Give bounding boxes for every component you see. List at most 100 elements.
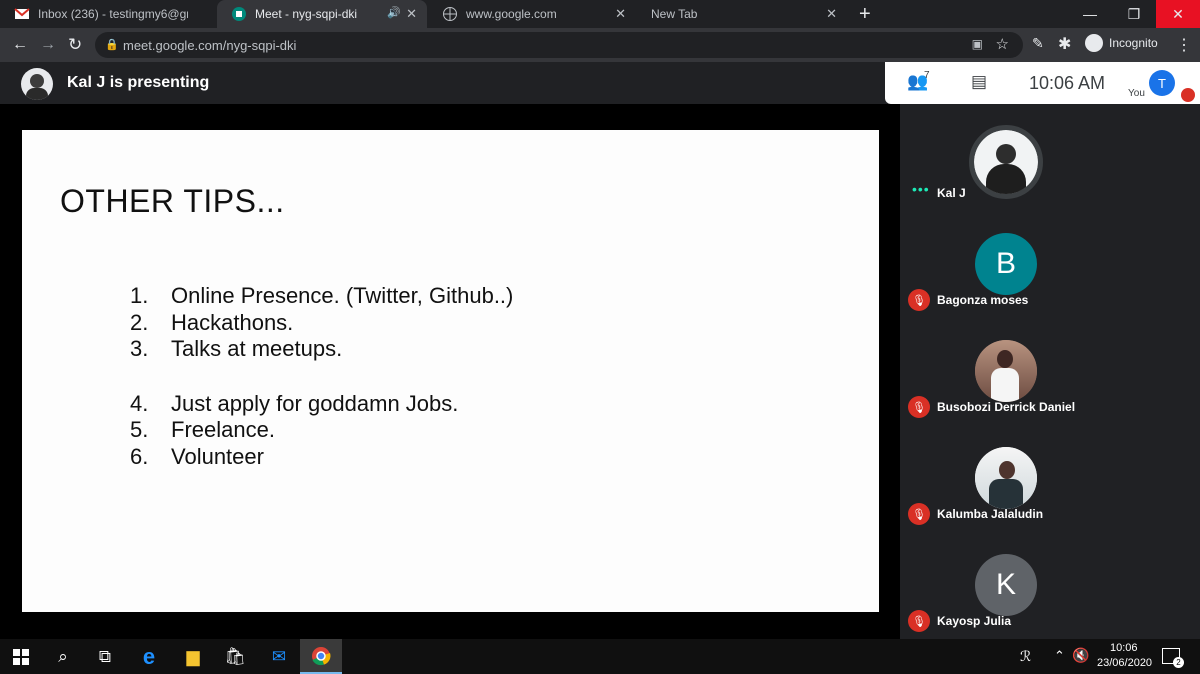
new-tab-button[interactable]: + bbox=[851, 0, 881, 28]
browser-tab-strip: Inbox (236) - testingmy6@gmail Meet - ny… bbox=[0, 0, 1200, 28]
list-number: 1. bbox=[130, 283, 149, 308]
participant-name: Busobozi Derrick Daniel bbox=[937, 400, 1076, 414]
list-number: 3. bbox=[130, 336, 149, 361]
volume-muted-icon[interactable]: 🔇 bbox=[1072, 647, 1089, 664]
taskbar-date[interactable]: 23/06/2020 bbox=[1097, 657, 1152, 669]
tab-title: Meet - nyg-sqpi-dki bbox=[255, 7, 358, 21]
presenter-label: Kal J is presenting bbox=[67, 74, 210, 91]
participant-tile-kayosp[interactable]: K 🎙 Kayosp Julia bbox=[900, 543, 1112, 650]
chat-icon[interactable]: ▤ bbox=[971, 72, 987, 92]
list-item: 6. Volunteer bbox=[130, 444, 513, 471]
store-icon[interactable]: 🛍 bbox=[214, 639, 256, 674]
close-tab-icon[interactable]: ✕ bbox=[826, 6, 837, 22]
people-taskbar-icon[interactable]: ℛ bbox=[1020, 648, 1031, 665]
sidebar-gutter bbox=[1112, 104, 1200, 639]
address-bar[interactable]: 🔒 meet.google.com/nyg-sqpi-dki ▣ ☆ bbox=[95, 32, 1023, 58]
list-number: 4. bbox=[130, 390, 149, 416]
participant-photo bbox=[975, 340, 1037, 402]
tab-meet[interactable]: Meet - nyg-sqpi-dki 🔊 ✕ bbox=[217, 0, 427, 28]
maximize-button[interactable]: ❐ bbox=[1112, 0, 1156, 28]
participant-count: 7 bbox=[924, 70, 930, 81]
presenter-avatar bbox=[21, 68, 53, 100]
list-text: Volunteer bbox=[171, 443, 264, 469]
minimize-button[interactable]: — bbox=[1068, 0, 1112, 28]
incognito-icon bbox=[1085, 34, 1103, 52]
participant-name: Bagonza moses bbox=[937, 293, 1029, 307]
muted-mic-icon: 🎙 bbox=[908, 503, 930, 525]
meet-icon bbox=[231, 6, 247, 22]
tab-google[interactable]: www.google.com ✕ bbox=[428, 0, 636, 28]
participant-avatar: K bbox=[975, 554, 1037, 616]
avatar-initial: K bbox=[995, 568, 1016, 601]
list-text: Online Presence. (Twitter, Github..) bbox=[171, 283, 514, 308]
camera-blocked-icon[interactable]: ▣ bbox=[972, 37, 983, 51]
participant-name: Kalumba Jalaludin bbox=[937, 507, 1044, 521]
forward-arrow-icon[interactable]: → bbox=[40, 36, 56, 54]
mail-icon[interactable]: ✉ bbox=[258, 639, 300, 674]
star-icon[interactable]: ☆ bbox=[996, 35, 1009, 53]
windows-start-icon[interactable] bbox=[0, 639, 42, 674]
list-text: Just apply for goddamn Jobs. bbox=[171, 390, 459, 416]
url-text: meet.google.com/nyg-sqpi-dki bbox=[123, 37, 297, 53]
participant-name: Kayosp Julia bbox=[937, 614, 1012, 628]
tab-gmail[interactable]: Inbox (236) - testingmy6@gmail bbox=[0, 0, 215, 28]
self-muted-icon bbox=[1181, 88, 1195, 102]
audio-playing-icon: 🔊 bbox=[387, 7, 401, 19]
lock-icon: 🔒 bbox=[105, 39, 119, 51]
participant-photo bbox=[969, 125, 1043, 199]
participant-tile-kal-j[interactable]: ••• Kal J bbox=[900, 115, 1112, 222]
list-item: 1. Online Presence. (Twitter, Github..) bbox=[130, 283, 513, 310]
participant-photo bbox=[975, 447, 1037, 509]
self-avatar[interactable]: T bbox=[1149, 70, 1175, 96]
close-tab-icon[interactable]: ✕ bbox=[615, 6, 626, 22]
show-hidden-icons[interactable]: ⌃ bbox=[1054, 648, 1065, 664]
browser-toolbar: ← → ↻ 🔒 meet.google.com/nyg-sqpi-dki ▣ ☆… bbox=[0, 28, 1200, 62]
windows-taskbar: ⌕ ⧉ e ▆ 🛍 ✉ ℛ ⌃ 🔇 10:06 23/06/2020 2 bbox=[0, 639, 1200, 674]
taskbar-time[interactable]: 10:06 bbox=[1110, 642, 1138, 654]
list-text: Freelance. bbox=[171, 417, 275, 442]
list-number: 2. bbox=[130, 309, 149, 335]
list-text: Talks at meetups. bbox=[171, 336, 343, 361]
notification-count: 2 bbox=[1173, 657, 1184, 668]
participant-tile-kalumba[interactable]: 🎙 Kalumba Jalaludin bbox=[900, 436, 1112, 543]
globe-icon bbox=[442, 6, 458, 22]
muted-mic-icon: 🎙 bbox=[908, 396, 930, 418]
extension-icon[interactable]: ✎ bbox=[1032, 35, 1044, 52]
list-item: 2. Hackathons. bbox=[130, 310, 513, 337]
participant-avatar: B bbox=[975, 233, 1037, 295]
participant-name: Kal J bbox=[937, 186, 966, 200]
list-item: 4. Just apply for goddamn Jobs. bbox=[130, 391, 513, 418]
presenter-bar: Kal J is presenting bbox=[0, 62, 885, 104]
meeting-info-bar: 👥 7 ▤ 10:06 AM T You bbox=[885, 62, 1200, 104]
close-window-button[interactable]: ✕ bbox=[1156, 0, 1200, 28]
participant-tile-bagonza[interactable]: B 🎙 Bagonza moses bbox=[900, 222, 1112, 329]
tab-new[interactable]: New Tab ✕ bbox=[637, 0, 847, 28]
slide-title: OTHER TIPS... bbox=[60, 183, 285, 219]
search-icon[interactable]: ⌕ bbox=[42, 639, 84, 674]
edge-icon[interactable]: e bbox=[128, 639, 170, 674]
meeting-time: 10:06 AM bbox=[1029, 73, 1106, 93]
speaking-dots-icon: ••• bbox=[912, 181, 930, 197]
tab-title: Inbox (236) - testingmy6@gmail bbox=[38, 7, 188, 21]
tab-title: New Tab bbox=[651, 7, 698, 21]
participant-tile-busobozi[interactable]: 🎙 Busobozi Derrick Daniel bbox=[900, 329, 1112, 436]
self-avatar-letter: T bbox=[1158, 75, 1166, 91]
chrome-icon[interactable] bbox=[300, 639, 342, 674]
back-arrow-icon[interactable]: ← bbox=[12, 36, 28, 54]
tab-title: www.google.com bbox=[466, 7, 557, 21]
task-view-icon[interactable]: ⧉ bbox=[84, 639, 126, 674]
list-text: Hackathons. bbox=[171, 309, 294, 335]
muted-mic-icon: 🎙 bbox=[908, 610, 930, 632]
list-item: 3. Talks at meetups. bbox=[130, 336, 513, 363]
more-menu-icon[interactable]: ⋮ bbox=[1176, 35, 1192, 55]
avatar-initial: B bbox=[995, 247, 1016, 280]
puzzle-icon[interactable]: ✱ bbox=[1058, 34, 1071, 54]
action-center-icon[interactable]: 2 bbox=[1162, 648, 1184, 668]
close-tab-icon[interactable]: ✕ bbox=[406, 6, 417, 22]
reload-icon[interactable]: ↻ bbox=[68, 35, 82, 55]
slide-list: 1. Online Presence. (Twitter, Github..) 2… bbox=[130, 283, 513, 470]
muted-mic-icon: 🎙 bbox=[908, 289, 930, 311]
incognito-indicator[interactable]: Incognito bbox=[1085, 34, 1158, 52]
list-item: 5. Freelance. bbox=[130, 417, 513, 444]
file-explorer-icon[interactable]: ▆ bbox=[172, 639, 214, 674]
